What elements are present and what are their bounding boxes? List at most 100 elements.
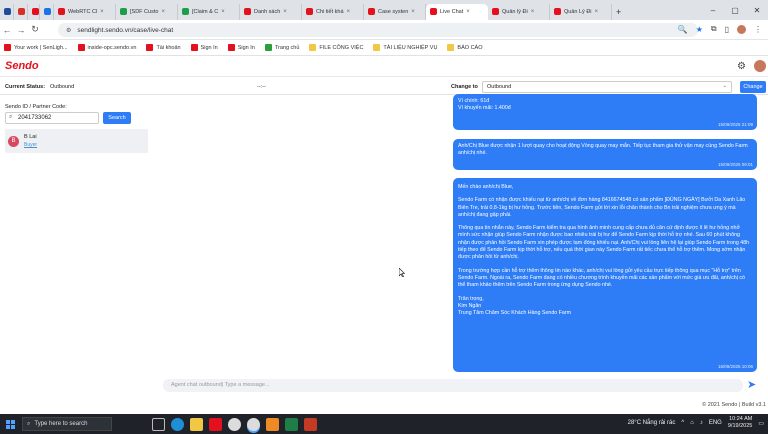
bookmark-item[interactable]: BÁO CÁO — [447, 44, 482, 51]
app-icon[interactable] — [304, 417, 317, 431]
bookmark-item[interactable]: FILE CÔNG VIỆC — [309, 44, 363, 51]
bookmark-label: Sign In — [200, 44, 218, 51]
conversation-item[interactable]: B B Lai Buyer — [5, 129, 148, 153]
browser-tab[interactable] — [40, 3, 54, 20]
bookmark-item[interactable]: inside-opc.sendo.vn — [77, 44, 137, 51]
bookmark-item[interactable]: TÀI LIỆU NGHIỆP VỤ — [373, 44, 437, 51]
bookmark-label: inside-opc.sendo.vn — [87, 44, 137, 51]
excel-icon[interactable] — [285, 417, 298, 431]
address-bar-actions: 🔍 ★ ⧉ ▯ ⋮ — [678, 24, 762, 34]
browser-tab[interactable]: [Claim & C × — [178, 3, 240, 20]
conversation-status[interactable]: Buyer — [24, 142, 37, 148]
bookmark-item[interactable]: Your work | SenLigh... — [4, 44, 68, 51]
search-button[interactable]: Search — [103, 112, 131, 124]
message-input[interactable]: Agent chat outbound| Type a message... — [163, 379, 743, 392]
windows-start-icon[interactable] — [0, 414, 20, 434]
bookmark-item[interactable]: Tài khoản — [146, 44, 181, 51]
browser-tab[interactable]: Quản lý Đi × — [488, 3, 550, 20]
app-icon[interactable] — [209, 417, 222, 431]
volume-icon[interactable]: ♪ — [700, 420, 703, 426]
taskbar-search[interactable]: ⌕ Type here to search — [22, 417, 112, 431]
tab-close-icon[interactable]: × — [466, 9, 470, 15]
browser-tab[interactable]: Quản Lý Đi × — [550, 3, 612, 20]
browser-tab[interactable]: Live Chat × — [426, 3, 488, 20]
change-button[interactable]: Change — [740, 81, 766, 93]
browser-tab[interactable]: M — [14, 3, 28, 20]
tab-close-icon[interactable]: × — [595, 9, 599, 15]
tab-favicon-icon — [368, 8, 375, 15]
bookmark-item[interactable]: Sign In — [190, 44, 218, 51]
language-indicator[interactable]: ENG — [709, 420, 722, 426]
bookmark-icon — [146, 44, 154, 51]
bookmark-label: BÁO CÁO — [457, 44, 483, 51]
change-to-value: Outbound — [487, 84, 512, 90]
conversation-avatar: B — [8, 136, 19, 147]
bookmark-icon — [447, 44, 455, 51]
message-bubble-1: Ví chính: 61đ Ví khuyến mãi: 1.400đ 15/0… — [453, 94, 757, 130]
notification-icon[interactable]: ▭ — [758, 420, 764, 427]
sidepanel-icon[interactable]: ▯ — [725, 25, 729, 34]
change-to-select[interactable]: Outbound ⌄ — [482, 81, 732, 93]
system-tray: 28°C Nắng rải rác ^ ⌂ ♪ ENG 10:24 AM 9/1… — [628, 416, 764, 430]
browser-tab[interactable]: WebRTC Cl × — [54, 3, 116, 20]
back-icon[interactable]: ← — [0, 25, 14, 35]
browser-tab[interactable]: [SDF Custo × — [116, 3, 178, 20]
tab-label: Quản Lý Đi — [564, 8, 592, 15]
browser-tab[interactable]: Danh sách × — [240, 3, 302, 20]
bookmark-icon — [309, 44, 317, 51]
tab-close-icon[interactable]: × — [531, 9, 535, 15]
profile-avatar[interactable] — [737, 24, 746, 34]
vlc-icon[interactable] — [266, 417, 279, 431]
message-line: Ví khuyến mãi: 1.400đ — [458, 105, 511, 112]
maximize-icon[interactable]: ▢ — [724, 6, 746, 15]
browser-tab[interactable] — [28, 3, 40, 20]
site-info-icon[interactable]: ⚙ — [66, 27, 71, 34]
taskbar-search-placeholder: Type here to search — [34, 421, 88, 427]
taskview-icon[interactable] — [152, 417, 165, 431]
clock-time: 10:24 AM — [729, 416, 753, 422]
sendo-logo[interactable]: Sendo — [5, 60, 39, 72]
mouse-cursor-icon — [399, 268, 405, 277]
partner-code-input[interactable]: ⌕ 2041733062 — [5, 112, 99, 124]
tab-close-icon[interactable]: × — [411, 9, 415, 15]
tab-close-icon[interactable]: × — [283, 9, 287, 15]
menu-icon[interactable]: ⋮ — [754, 25, 762, 34]
tab-favicon-icon — [306, 8, 313, 15]
settings-gear-icon[interactable]: ⚙ — [737, 61, 746, 72]
browser-tab[interactable]: Chi tiết khá × — [302, 3, 364, 20]
extensions-icon[interactable]: ⧉ — [711, 24, 717, 34]
clock[interactable]: 10:24 AM 9/19/2025 — [728, 416, 752, 430]
bookmark-item[interactable]: Sign In — [227, 44, 255, 51]
forward-icon[interactable]: → — [14, 25, 28, 35]
tab-favicon-icon — [58, 8, 65, 15]
tab-close-icon[interactable]: × — [161, 9, 165, 15]
browser-tab[interactable]: Case systen × — [364, 3, 426, 20]
zoom-icon[interactable]: 🔍 — [678, 25, 688, 34]
close-icon[interactable]: ✕ — [746, 6, 768, 15]
tab-favicon-icon — [32, 8, 39, 15]
tab-close-icon[interactable]: × — [100, 9, 104, 15]
tab-close-icon[interactable]: × — [221, 9, 225, 15]
user-avatar[interactable] — [754, 60, 766, 72]
send-icon[interactable]: ➤ — [747, 378, 756, 391]
reload-icon[interactable]: ↻ — [28, 24, 42, 35]
tab-favicon-icon — [430, 8, 437, 15]
bookmark-star-icon[interactable]: ★ — [696, 25, 703, 34]
bookmark-label: Trang chủ — [274, 44, 300, 51]
app-header: Sendo ⚙ — [0, 57, 768, 77]
bookmark-item[interactable]: Trang chủ — [264, 44, 300, 51]
minimize-icon[interactable]: – — [702, 6, 724, 15]
weather-text[interactable]: 28°C Nắng rải rác — [628, 420, 676, 426]
new-tab-button[interactable]: + — [612, 4, 625, 20]
bookmark-icon — [227, 44, 235, 51]
browser-tab[interactable]: (4) — [0, 3, 14, 20]
chrome-active-icon[interactable] — [247, 417, 260, 431]
tray-chevron-icon[interactable]: ^ — [681, 420, 684, 426]
edge-icon[interactable] — [171, 417, 184, 431]
chrome-icon[interactable] — [228, 417, 241, 431]
url-field[interactable]: ⚙ sendlight.sendo.vn/case/live-chat — [58, 23, 698, 37]
network-icon[interactable]: ⌂ — [690, 420, 694, 426]
message-paragraph: Mến chào anh/chị Blue, — [458, 184, 514, 190]
explorer-icon[interactable] — [190, 417, 203, 431]
tab-close-icon[interactable]: × — [347, 9, 351, 15]
